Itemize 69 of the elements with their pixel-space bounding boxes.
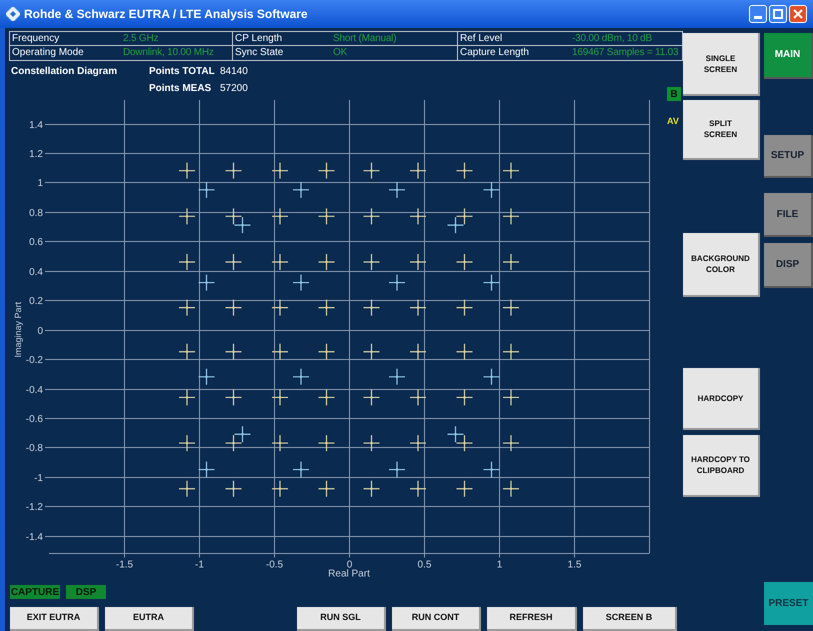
tick-label: -0.5 — [266, 560, 284, 570]
tick-label: -1.2 — [26, 502, 43, 513]
tick-label: 1.5 — [568, 560, 582, 570]
field-value: 169467 Samples = 11.03 — [571, 46, 680, 60]
toolbar-button[interactable]: EXIT EUTRA — [10, 607, 99, 631]
toolbar-button[interactable]: RUN SGL — [297, 607, 386, 631]
toolbar-button[interactable]: RUN CONT — [392, 607, 481, 631]
side-button[interactable]: SPLIT SCREEN — [683, 100, 760, 160]
maximize-button[interactable] — [769, 5, 787, 23]
toolbar-button[interactable]: SCREEN B — [583, 607, 677, 631]
field-label: Capture Length — [459, 46, 530, 60]
field-label: Frequency — [10, 32, 121, 46]
tick-label: 1.4 — [29, 120, 43, 131]
field-value: -30.00 dBm, 10 dB — [570, 32, 682, 46]
status-indicator: DSP — [66, 585, 106, 599]
close-button[interactable] — [789, 5, 807, 23]
tick-label: 0.8 — [29, 208, 43, 219]
field-label: Ref Level — [458, 32, 570, 46]
trace-badge: B — [667, 87, 681, 101]
field-value: Downlink, 10.00 MHz — [121, 46, 233, 60]
preset-button[interactable]: PRESET — [764, 582, 813, 625]
stat-label: Points MEAS — [149, 82, 212, 96]
field-label: CP Length — [233, 32, 331, 46]
field-value: OK — [331, 46, 458, 60]
maximize-icon — [773, 9, 783, 19]
toolbar-button[interactable]: EUTRA — [105, 607, 194, 631]
menu-tab[interactable]: SETUP — [764, 135, 813, 178]
tick-label: -0.4 — [26, 385, 43, 396]
window-title: Rohde & Schwarz EUTRA / LTE Analysis Software — [24, 6, 308, 23]
tick-label: 1 — [37, 178, 43, 189]
minimize-icon — [754, 16, 762, 19]
side-button[interactable]: BACKGROUND COLOR — [683, 233, 760, 297]
axis-title: Real Part — [328, 568, 370, 578]
tick-label: 0.2 — [29, 296, 43, 307]
menu-tab[interactable]: FILE — [764, 193, 813, 237]
field-label: Operating Mode — [11, 46, 85, 60]
tick-label: 1.2 — [29, 149, 43, 160]
stat-label: Points TOTAL — [149, 65, 215, 79]
tick-label: -0.8 — [26, 443, 43, 454]
app-logo-icon — [6, 7, 20, 21]
field-label: Sync State — [234, 46, 284, 60]
status-indicator: CAPTURE — [10, 585, 60, 599]
tick-label: -1.4 — [26, 532, 43, 543]
tick-label: 0.5 — [418, 560, 432, 570]
tick-label: -1 — [195, 560, 204, 570]
tick-label: -1.5 — [116, 560, 134, 570]
stat-value: 84140 — [220, 65, 248, 79]
trace-mode-label: AV — [667, 116, 679, 126]
axis-title: Imaginay Part — [13, 302, 23, 358]
tick-label: -0.2 — [26, 355, 43, 366]
toolbar-button[interactable]: REFRESH — [487, 607, 577, 631]
tick-label: 0 — [37, 326, 43, 337]
close-icon — [793, 9, 803, 19]
tick-label: 0.4 — [29, 267, 43, 278]
side-button[interactable]: HARDCOPY — [683, 368, 760, 430]
diagram-title: Constellation Diagram — [11, 65, 118, 79]
tick-label: 1 — [496, 560, 502, 570]
field-value: 2.5 GHz — [121, 32, 233, 46]
tick-label: -1 — [34, 473, 43, 484]
menu-tab[interactable]: DISP — [764, 243, 813, 288]
tick-label: 0.6 — [29, 237, 43, 248]
tick-label: 0 — [346, 560, 352, 570]
menu-tab[interactable]: MAIN — [764, 33, 813, 79]
stat-value: 57200 — [220, 82, 248, 96]
minimize-button[interactable] — [749, 5, 767, 23]
field-value: Short (Manual) — [331, 32, 458, 46]
side-button[interactable]: SINGLE SCREEN — [683, 33, 760, 96]
tick-label: -0.6 — [26, 414, 43, 425]
side-button[interactable]: HARDCOPY TO CLIPBOARD — [683, 435, 760, 497]
